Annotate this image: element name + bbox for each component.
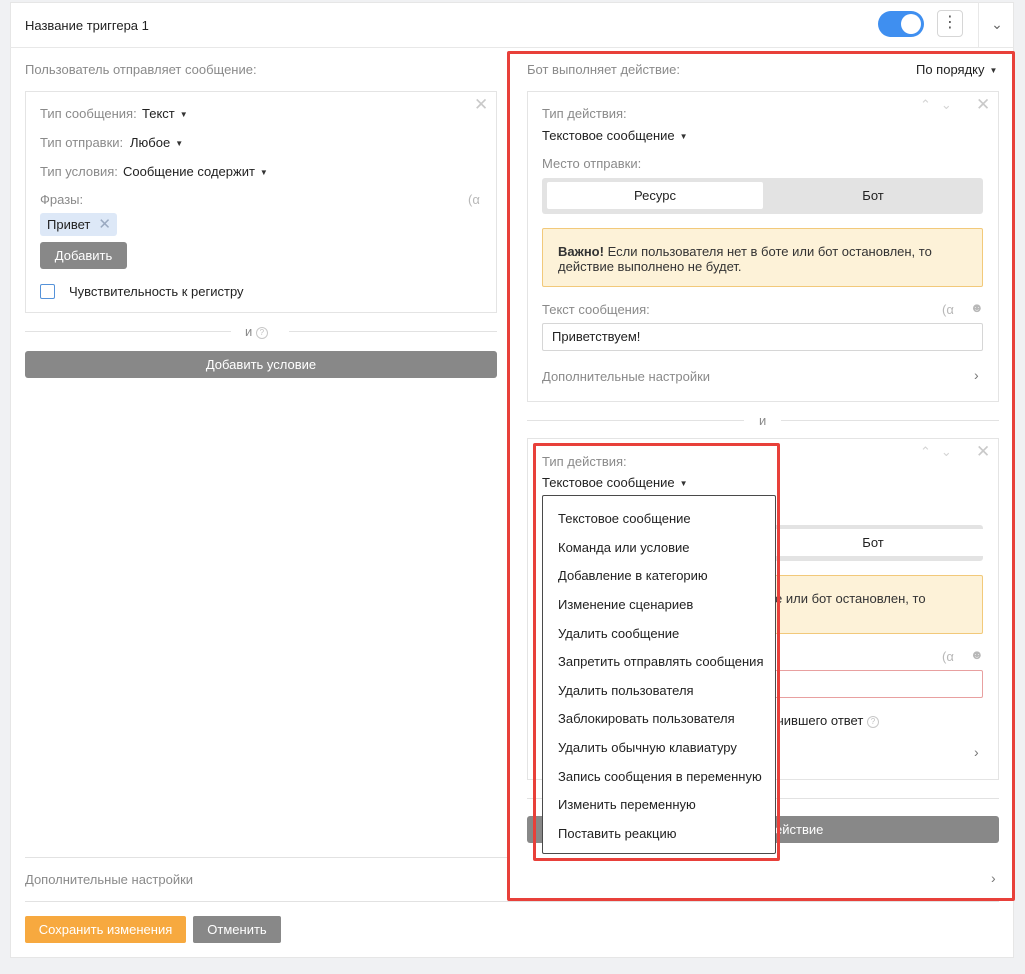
trigger-title: Название триггера 1 bbox=[25, 18, 149, 33]
phrases-label: Фразы: bbox=[40, 192, 84, 207]
add-phrase-button[interactable]: Добавить bbox=[40, 242, 127, 269]
remove-condition-icon[interactable]: ✕ bbox=[474, 95, 488, 115]
condition-type-select[interactable]: Сообщение содержит ▼ bbox=[123, 164, 268, 179]
menu-item-change-variable[interactable]: Изменить переменную bbox=[558, 797, 696, 812]
message-type-label: Тип сообщения: bbox=[40, 106, 137, 121]
divider bbox=[25, 331, 231, 332]
menu-item-save-to-variable[interactable]: Запись сообщения в переменную bbox=[558, 769, 762, 784]
caret-down-icon: ▼ bbox=[259, 168, 268, 178]
menu-item-delete-message[interactable]: Удалить сообщение bbox=[558, 626, 679, 641]
kebab-icon: ⋮ bbox=[942, 14, 958, 31]
cancel-button[interactable]: Отменить bbox=[193, 916, 281, 943]
trigger-header: Название триггера 1 ⋮ ⌄ bbox=[10, 2, 1014, 48]
condition-card bbox=[25, 91, 497, 313]
footer-extra-settings[interactable]: Дополнительные настройки bbox=[25, 872, 193, 887]
collapse-button[interactable]: ⌄ bbox=[985, 12, 1009, 36]
menu-item-forbid-messages[interactable]: Запретить отправлять сообщения bbox=[558, 654, 764, 669]
more-menu-button[interactable]: ⋮ bbox=[937, 10, 963, 37]
case-sensitive-checkbox[interactable] bbox=[40, 284, 55, 299]
case-sensitive-label: Чувствительность к регистру bbox=[69, 284, 244, 299]
phrase-tag: Привет ✕ bbox=[40, 213, 117, 236]
divider bbox=[289, 331, 497, 332]
menu-item-add-category[interactable]: Добавление в категорию bbox=[558, 568, 708, 583]
save-button[interactable]: Сохранить изменения bbox=[25, 916, 186, 943]
caret-down-icon: ▼ bbox=[179, 110, 188, 120]
menu-item-text-message[interactable]: Текстовое сообщение bbox=[558, 511, 691, 526]
divider bbox=[25, 857, 507, 858]
user-section-title: Пользователь отправляет сообщение: bbox=[25, 62, 257, 77]
and-label: и ? bbox=[245, 324, 268, 339]
remove-tag-icon[interactable]: ✕ bbox=[98, 213, 111, 236]
menu-item-block-user[interactable]: Заблокировать пользователя bbox=[558, 711, 735, 726]
menu-item-set-reaction[interactable]: Поставить реакцию bbox=[558, 826, 676, 841]
menu-item-change-scenarios[interactable]: Изменение сценариев bbox=[558, 597, 693, 612]
trigger-toggle[interactable] bbox=[878, 11, 924, 37]
message-type-select[interactable]: Текст ▼ bbox=[142, 106, 188, 121]
send-type-label: Тип отправки: bbox=[40, 135, 124, 150]
menu-item-delete-user[interactable]: Удалить пользователя bbox=[558, 683, 694, 698]
add-condition-button[interactable]: Добавить условие bbox=[25, 351, 497, 378]
menu-item-remove-keyboard[interactable]: Удалить обычную клавиатуру bbox=[558, 740, 737, 755]
chevron-down-icon: ⌄ bbox=[991, 16, 1003, 32]
condition-type-label: Тип условия: bbox=[40, 164, 118, 179]
help-icon[interactable]: ? bbox=[255, 326, 268, 339]
menu-item-command[interactable]: Команда или условие bbox=[558, 540, 690, 555]
send-type-select[interactable]: Любое ▼ bbox=[130, 135, 183, 150]
divider bbox=[25, 901, 999, 902]
phrase-tag-text: Привет bbox=[47, 217, 91, 232]
header-divider bbox=[978, 2, 979, 48]
action-type-dropdown: Текстовое сообщение Команда или условие … bbox=[542, 495, 776, 854]
variable-icon[interactable]: (α bbox=[468, 192, 480, 207]
caret-down-icon: ▼ bbox=[175, 139, 184, 149]
